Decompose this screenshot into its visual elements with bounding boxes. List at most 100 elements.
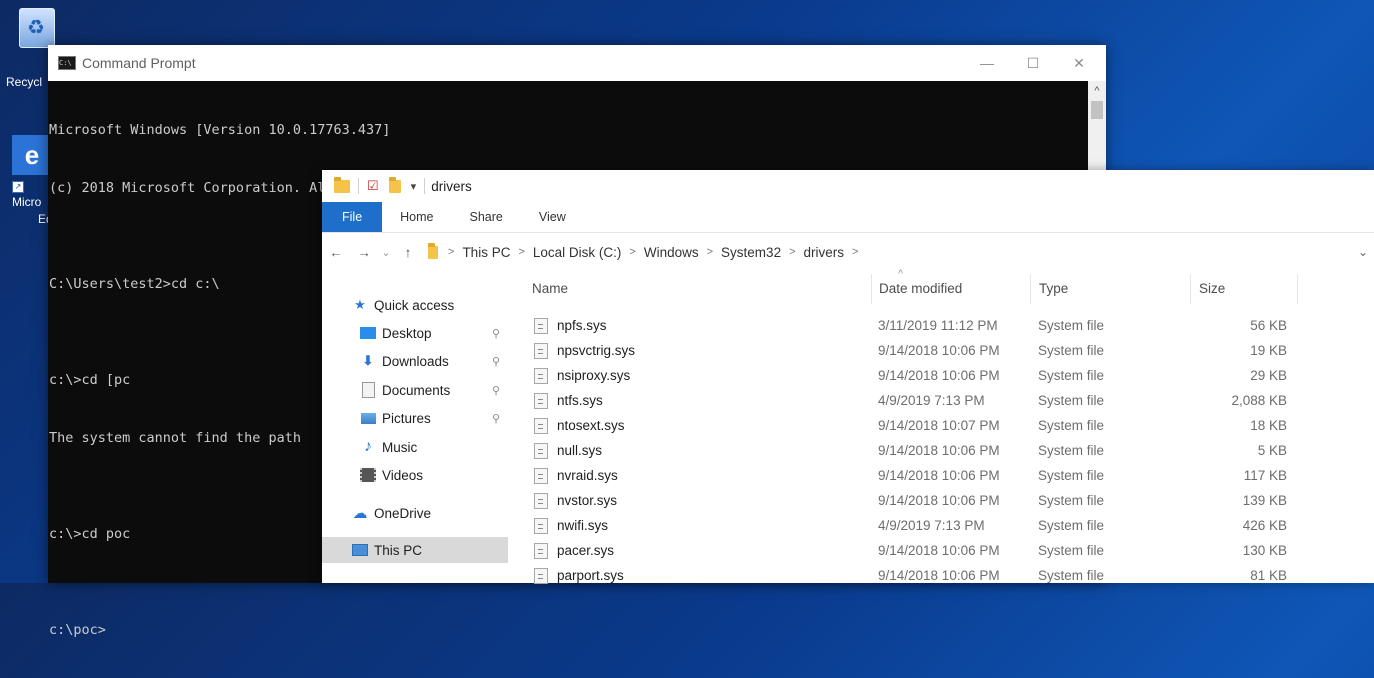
file-row[interactable]: nvraid.sys 9/14/2018 10:06 PM System fil…	[528, 463, 1374, 488]
file-name: nvstor.sys	[557, 493, 618, 508]
file-row[interactable]: null.sys 9/14/2018 10:06 PM System file …	[528, 438, 1374, 463]
nav-music[interactable]: ♪ Music	[360, 434, 508, 460]
videos-icon	[360, 468, 376, 482]
breadcrumb-windows[interactable]: Windows	[644, 245, 699, 260]
file-row[interactable]: nsiproxy.sys 9/14/2018 10:06 PM System f…	[528, 363, 1374, 388]
chevron-right-icon[interactable]: >	[629, 246, 635, 258]
new-folder-icon[interactable]	[388, 176, 401, 193]
cmd-window-title: Command Prompt	[82, 55, 196, 71]
file-type: System file	[1038, 468, 1105, 483]
pin-icon[interactable]: ⚲	[492, 384, 500, 397]
nav-downloads[interactable]: ⬇ Downloads ⚲	[360, 348, 508, 374]
file-name: nwifi.sys	[557, 518, 609, 533]
chevron-right-icon[interactable]: >	[789, 246, 795, 258]
file-date: 4/9/2019 7:13 PM	[878, 393, 985, 408]
address-folder-icon	[428, 242, 438, 259]
file-size: 426 KB	[1242, 518, 1287, 533]
maximize-button[interactable]: ☐	[1010, 45, 1056, 81]
tab-file[interactable]: File	[322, 202, 383, 232]
file-row[interactable]: npsvctrig.sys 9/14/2018 10:06 PM System …	[528, 338, 1374, 363]
pictures-icon	[360, 411, 376, 425]
divider[interactable]	[1297, 274, 1298, 304]
address-dropdown-icon[interactable]: ⌄	[1358, 245, 1368, 259]
pin-icon[interactable]: ⚲	[492, 412, 500, 425]
pin-icon[interactable]: ⚲	[492, 355, 500, 368]
qat-dropdown-icon[interactable]: ▾	[411, 180, 417, 193]
file-size: 5 KB	[1257, 443, 1287, 458]
file-size: 29 KB	[1250, 368, 1287, 383]
column-header-size[interactable]: Size	[1199, 270, 1225, 308]
up-button[interactable]: ↑	[394, 245, 422, 260]
nav-this-pc[interactable]: This PC	[322, 537, 508, 563]
ribbon-tabs: File Home Share View	[322, 202, 1374, 233]
breadcrumb-this-pc[interactable]: This PC	[462, 245, 510, 260]
file-row[interactable]: pacer.sys 9/14/2018 10:06 PM System file…	[528, 538, 1374, 563]
chevron-right-icon[interactable]: >	[448, 246, 454, 258]
column-header-type[interactable]: Type	[1039, 270, 1068, 308]
nav-documents[interactable]: Documents ⚲	[360, 377, 508, 403]
tab-view[interactable]: View	[521, 210, 584, 224]
breadcrumb-local-disk[interactable]: Local Disk (C:)	[533, 245, 622, 260]
nav-desktop[interactable]: Desktop ⚲	[360, 320, 508, 346]
file-row[interactable]: nwifi.sys 4/9/2019 7:13 PM System file 4…	[528, 513, 1374, 538]
pin-icon[interactable]: ⚲	[492, 327, 500, 340]
back-button[interactable]: ←	[322, 245, 350, 260]
file-row[interactable]: parport.sys 9/14/2018 10:06 PM System fi…	[528, 563, 1374, 588]
computer-icon	[352, 543, 368, 557]
nav-label: Quick access	[374, 297, 455, 313]
documents-icon	[360, 382, 376, 398]
nav-label: Desktop	[382, 325, 432, 341]
properties-icon[interactable]: ☑	[367, 178, 379, 194]
system-file-icon	[534, 342, 548, 359]
minimize-button[interactable]: —	[964, 45, 1010, 81]
forward-button[interactable]: →	[350, 245, 378, 260]
divider[interactable]	[1030, 274, 1031, 304]
chevron-right-icon[interactable]: >	[707, 246, 713, 258]
tab-home[interactable]: Home	[382, 210, 451, 224]
nav-onedrive[interactable]: ☁ OneDrive	[352, 500, 508, 526]
explorer-title-bar[interactable]: ☑ ▾ drivers	[322, 170, 1374, 202]
scroll-thumb[interactable]	[1091, 101, 1103, 119]
system-file-icon	[534, 567, 548, 584]
file-row[interactable]: nvstor.sys 9/14/2018 10:06 PM System fil…	[528, 488, 1374, 513]
divider[interactable]	[871, 274, 872, 304]
console-line: Microsoft Windows [Version 10.0.17763.43…	[49, 122, 391, 139]
file-date: 9/14/2018 10:06 PM	[878, 368, 1000, 383]
column-header-name[interactable]: Name	[532, 270, 568, 308]
file-name: npsvctrig.sys	[557, 343, 636, 358]
recycle-bin-icon	[19, 8, 55, 48]
desktop-icon	[360, 326, 376, 340]
nav-pictures[interactable]: Pictures ⚲	[360, 405, 508, 431]
close-button[interactable]: ✕	[1056, 45, 1102, 81]
chevron-right-icon[interactable]: >	[518, 246, 524, 258]
nav-videos[interactable]: Videos	[360, 462, 508, 488]
breadcrumb-system32[interactable]: System32	[721, 245, 781, 260]
divider[interactable]	[1190, 274, 1191, 304]
column-header-date[interactable]: Date modified	[879, 270, 962, 308]
nav-label: Pictures	[382, 410, 431, 426]
file-date: 3/11/2019 11:12 PM	[878, 318, 998, 333]
file-row[interactable]: npfs.sys 3/11/2019 11:12 PM System file …	[528, 313, 1374, 338]
file-explorer-window[interactable]: ☑ ▾ drivers File Home Share View ← → ⌄ ↑…	[322, 170, 1374, 584]
file-size: 2,088 KB	[1231, 393, 1287, 408]
divider	[358, 178, 359, 194]
file-row[interactable]: ntosext.sys 9/14/2018 10:07 PM System fi…	[528, 413, 1374, 438]
file-type: System file	[1038, 568, 1105, 583]
file-size: 117 KB	[1243, 468, 1287, 483]
file-name: null.sys	[557, 443, 603, 458]
file-type: System file	[1038, 368, 1105, 383]
cloud-icon: ☁	[352, 505, 368, 522]
chevron-right-icon[interactable]: >	[852, 246, 858, 258]
tab-share[interactable]: Share	[452, 210, 521, 224]
recent-locations-button[interactable]: ⌄	[378, 246, 394, 259]
file-date: 9/14/2018 10:07 PM	[878, 418, 1000, 433]
scroll-up-icon[interactable]: ^	[1088, 81, 1106, 99]
cmd-app-icon: C:\	[58, 56, 76, 70]
file-size: 139 KB	[1242, 493, 1287, 508]
nav-quick-access[interactable]: ★ Quick access	[352, 292, 508, 318]
breadcrumb-drivers[interactable]: drivers	[804, 245, 845, 260]
cmd-title-bar[interactable]: C:\ Command Prompt — ☐ ✕	[48, 45, 1106, 81]
file-row[interactable]: ntfs.sys 4/9/2019 7:13 PM System file 2,…	[528, 388, 1374, 413]
file-date: 9/14/2018 10:06 PM	[878, 543, 1000, 558]
folder-icon	[334, 176, 350, 193]
